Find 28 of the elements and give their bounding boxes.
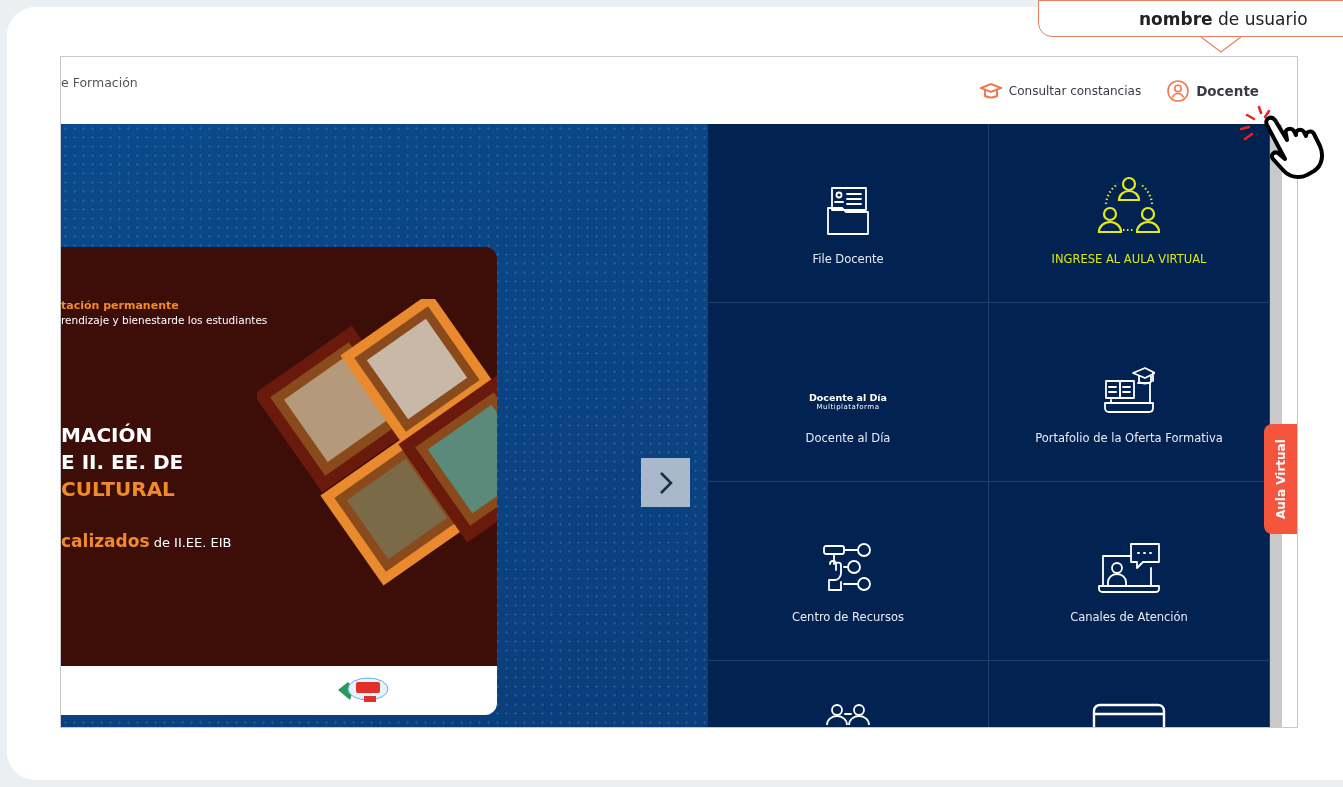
network-icon xyxy=(822,542,874,594)
callout-text: nombre de usuario xyxy=(1139,8,1308,30)
slide-subtitle: rendizaje y bienestarde los estudiantes xyxy=(61,314,269,326)
slide-kicker: tación permanente xyxy=(61,299,180,312)
slide-headline: MACIÓN xyxy=(61,422,154,449)
folder-icon xyxy=(826,186,870,236)
tile-label: Docente al Día xyxy=(805,431,891,445)
user-menu-link[interactable]: Docente xyxy=(1167,79,1259,102)
tile-label: Centro de Recursos xyxy=(792,610,904,624)
browser-window-icon xyxy=(1091,703,1167,727)
certificates-link[interactable]: Consultar constancias xyxy=(979,82,1142,99)
service-tile[interactable]: File Docente xyxy=(708,124,989,303)
tile-label: INGRESE AL AULA VIRTUAL xyxy=(1051,252,1207,266)
people-group-icon xyxy=(1096,174,1162,236)
tile-label: File Docente xyxy=(812,252,884,266)
tile-label: Canales de Atención xyxy=(1070,610,1188,624)
service-tile[interactable]: Centro de Recursos xyxy=(708,482,989,661)
next-slide-button[interactable] xyxy=(641,458,690,507)
slide-tagline: calizados de II.EE. EIB xyxy=(61,531,233,551)
graduation-cap-icon xyxy=(979,82,1002,99)
video-chat-icon xyxy=(1097,542,1161,594)
slide-headline: CULTURAL xyxy=(61,476,176,503)
site-title: e Formación xyxy=(61,75,138,90)
slide-headline: E II. EE. DE xyxy=(61,449,185,476)
tile-label: Portafolio de la Oferta Formativa xyxy=(1035,431,1223,445)
user-icon xyxy=(1167,79,1190,102)
chevron-right-icon xyxy=(658,470,673,495)
laptop-books-icon xyxy=(1103,365,1155,415)
